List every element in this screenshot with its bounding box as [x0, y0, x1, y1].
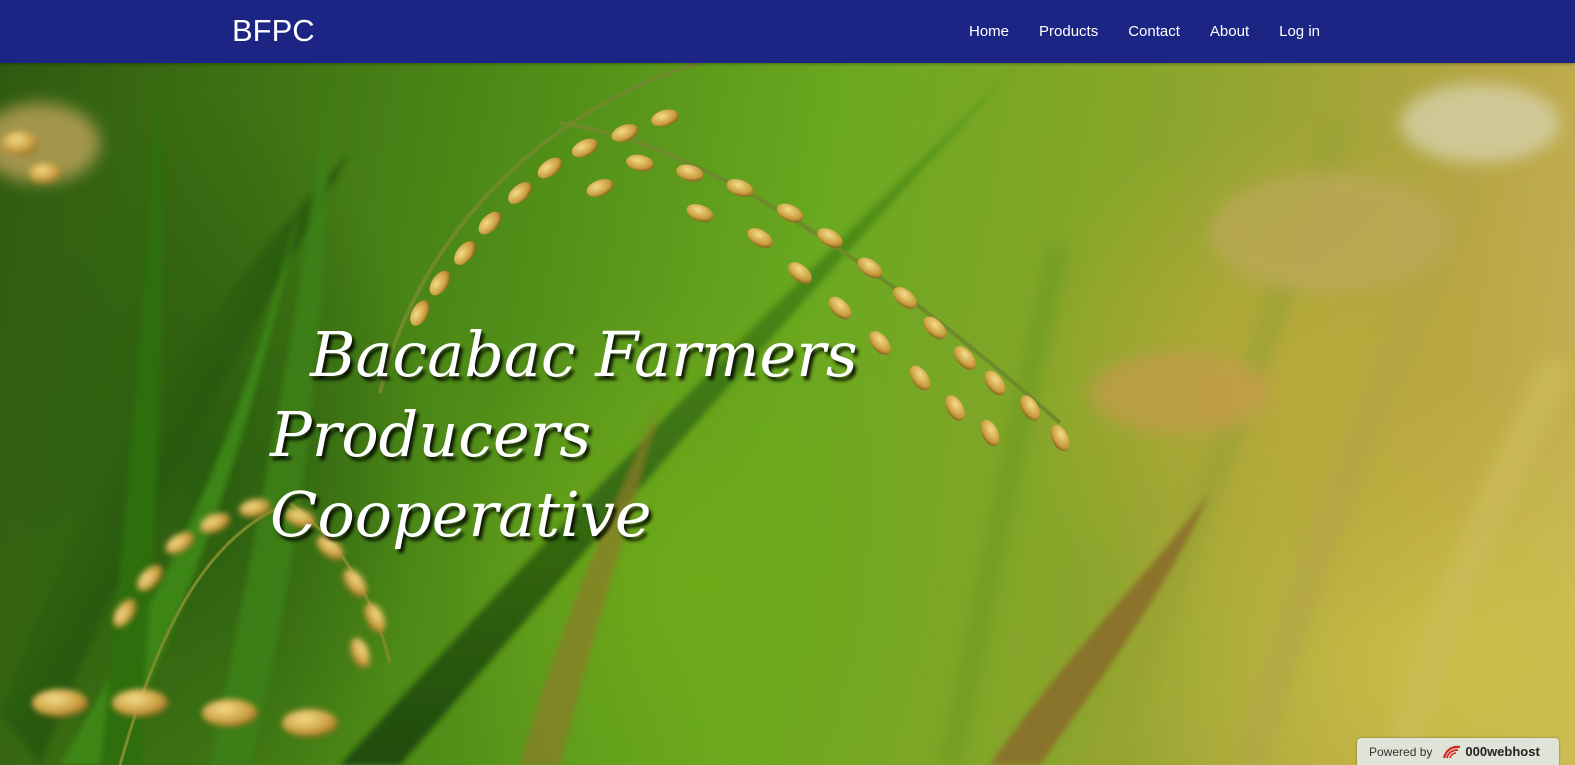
powered-by-label: Powered by [1369, 744, 1433, 759]
main-nav: Home Products Contact About Log in [939, 0, 1320, 63]
hero-headline-line2: Producers Cooperative [270, 398, 652, 551]
nav-link-login[interactable]: Log in [1279, 23, 1320, 40]
hero-headline: Bacabac Farmers Producers Cooperative [270, 315, 970, 555]
nav-link-contact[interactable]: Contact [1128, 23, 1180, 40]
nav-link-products[interactable]: Products [1039, 23, 1098, 40]
hero-banner: Bacabac Farmers Producers Cooperative Po… [0, 63, 1575, 765]
nav-link-about[interactable]: About [1210, 23, 1249, 40]
powered-by-badge[interactable]: Powered by 000webhost [1357, 738, 1559, 765]
000webhost-logo-icon [1443, 745, 1461, 758]
brand-logo-link[interactable]: BFPC [232, 13, 315, 49]
powered-by-host-name: 000webhost [1465, 744, 1540, 759]
hero-headline-line1: Bacabac Farmers [310, 318, 858, 391]
nav-link-home[interactable]: Home [969, 23, 1009, 40]
top-navbar: BFPC Home Products Contact About Log in [0, 0, 1575, 63]
